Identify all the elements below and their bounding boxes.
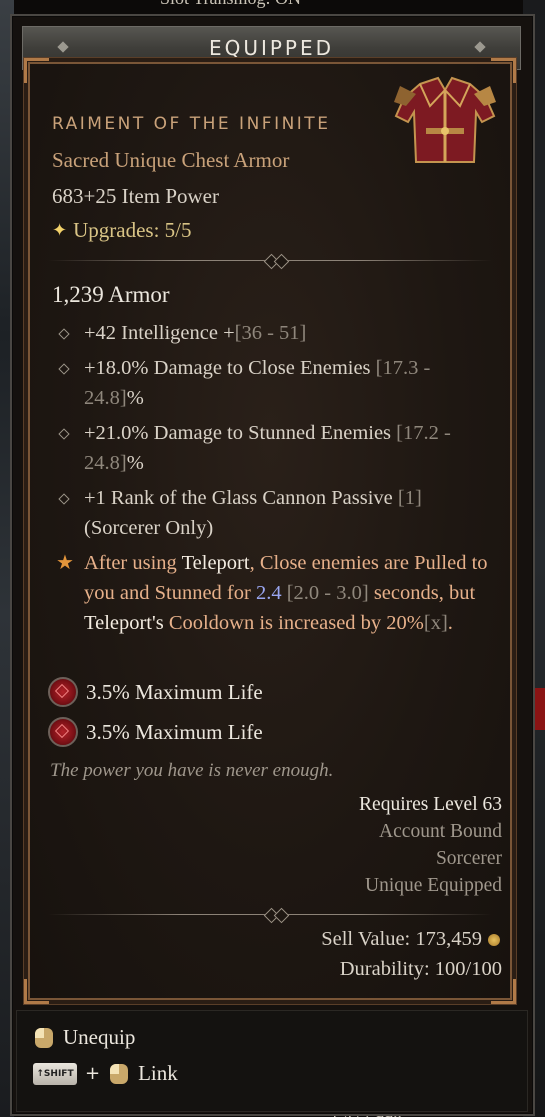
legendary-aspect: ★ After using Teleport, Close enemies ar… (52, 548, 492, 638)
affix-bullet-icon (58, 363, 70, 375)
affix-line: +21.0% Damage to Stunned Enemies [17.2 -… (52, 418, 492, 478)
mouse-left-click-icon (108, 1063, 130, 1085)
affix-bullet-icon (58, 493, 70, 505)
unique-equipped: Unique Equipped (364, 875, 502, 896)
header-title: EQUIPPED (208, 36, 335, 60)
star-icon: ★ (56, 552, 74, 574)
frame-corner (24, 979, 49, 1004)
affix-line: +1 Rank of the Glass Cannon Passive [1](… (52, 483, 492, 543)
mouse-right-click-icon (33, 1027, 55, 1049)
header-diamond-icon (474, 41, 486, 53)
action-hints: Unequip ↑SHIFT + Link (16, 1010, 528, 1112)
link-action[interactable]: ↑SHIFT + Link (33, 1061, 178, 1086)
upgrades-label: Upgrades: 5/5 (73, 218, 192, 242)
class-requirement: Sorcerer (435, 848, 502, 869)
account-bound: Account Bound (379, 821, 502, 842)
frame-corner (491, 979, 516, 1004)
gem-socket-row: 3.5% Maximum Life (48, 677, 263, 707)
divider (48, 907, 492, 924)
affix-line: +18.0% Damage to Close Enemies [17.3 - 2… (52, 353, 492, 413)
item-type: Sacred Unique Chest Armor (52, 148, 290, 172)
sell-value: Sell Value: 173,459 (321, 928, 500, 951)
affix-bullet-icon (58, 328, 70, 340)
item-panel: RAIMENT OF THE INFINITE Sacred Unique Ch… (24, 58, 516, 1004)
armor-value: 1,239 Armor (52, 282, 170, 307)
top-hint: Slot Transmog: ON (160, 0, 380, 8)
unequip-action[interactable]: Unequip (33, 1025, 135, 1050)
ruby-gem-icon (48, 717, 78, 747)
item-power: 683+25 Item Power (52, 184, 219, 208)
durability: Durability: 100/100 (339, 958, 502, 980)
gold-coin-icon (488, 933, 500, 946)
affix-bullet-icon (58, 428, 70, 440)
header-diamond-icon (57, 41, 69, 53)
chest-armor-icon (394, 76, 496, 163)
affix-line: +42 Intelligence +[36 - 51] (52, 318, 492, 348)
upgrade-spark-icon: ✦ (52, 220, 68, 240)
required-level: Requires Level 63 (359, 794, 502, 815)
shift-key-icon: ↑SHIFT (33, 1062, 77, 1085)
frame-corner (24, 58, 49, 83)
item-name: RAIMENT OF THE INFINITE (52, 114, 331, 134)
flavor-text: The power you have is never enough. (50, 760, 334, 781)
ruby-gem-icon (48, 677, 78, 707)
gem-socket-row: 3.5% Maximum Life (48, 717, 263, 747)
upgrades-row: ✦ Upgrades: 5/5 (52, 218, 192, 243)
divider (48, 253, 492, 270)
plus-sign: + (85, 1063, 101, 1084)
